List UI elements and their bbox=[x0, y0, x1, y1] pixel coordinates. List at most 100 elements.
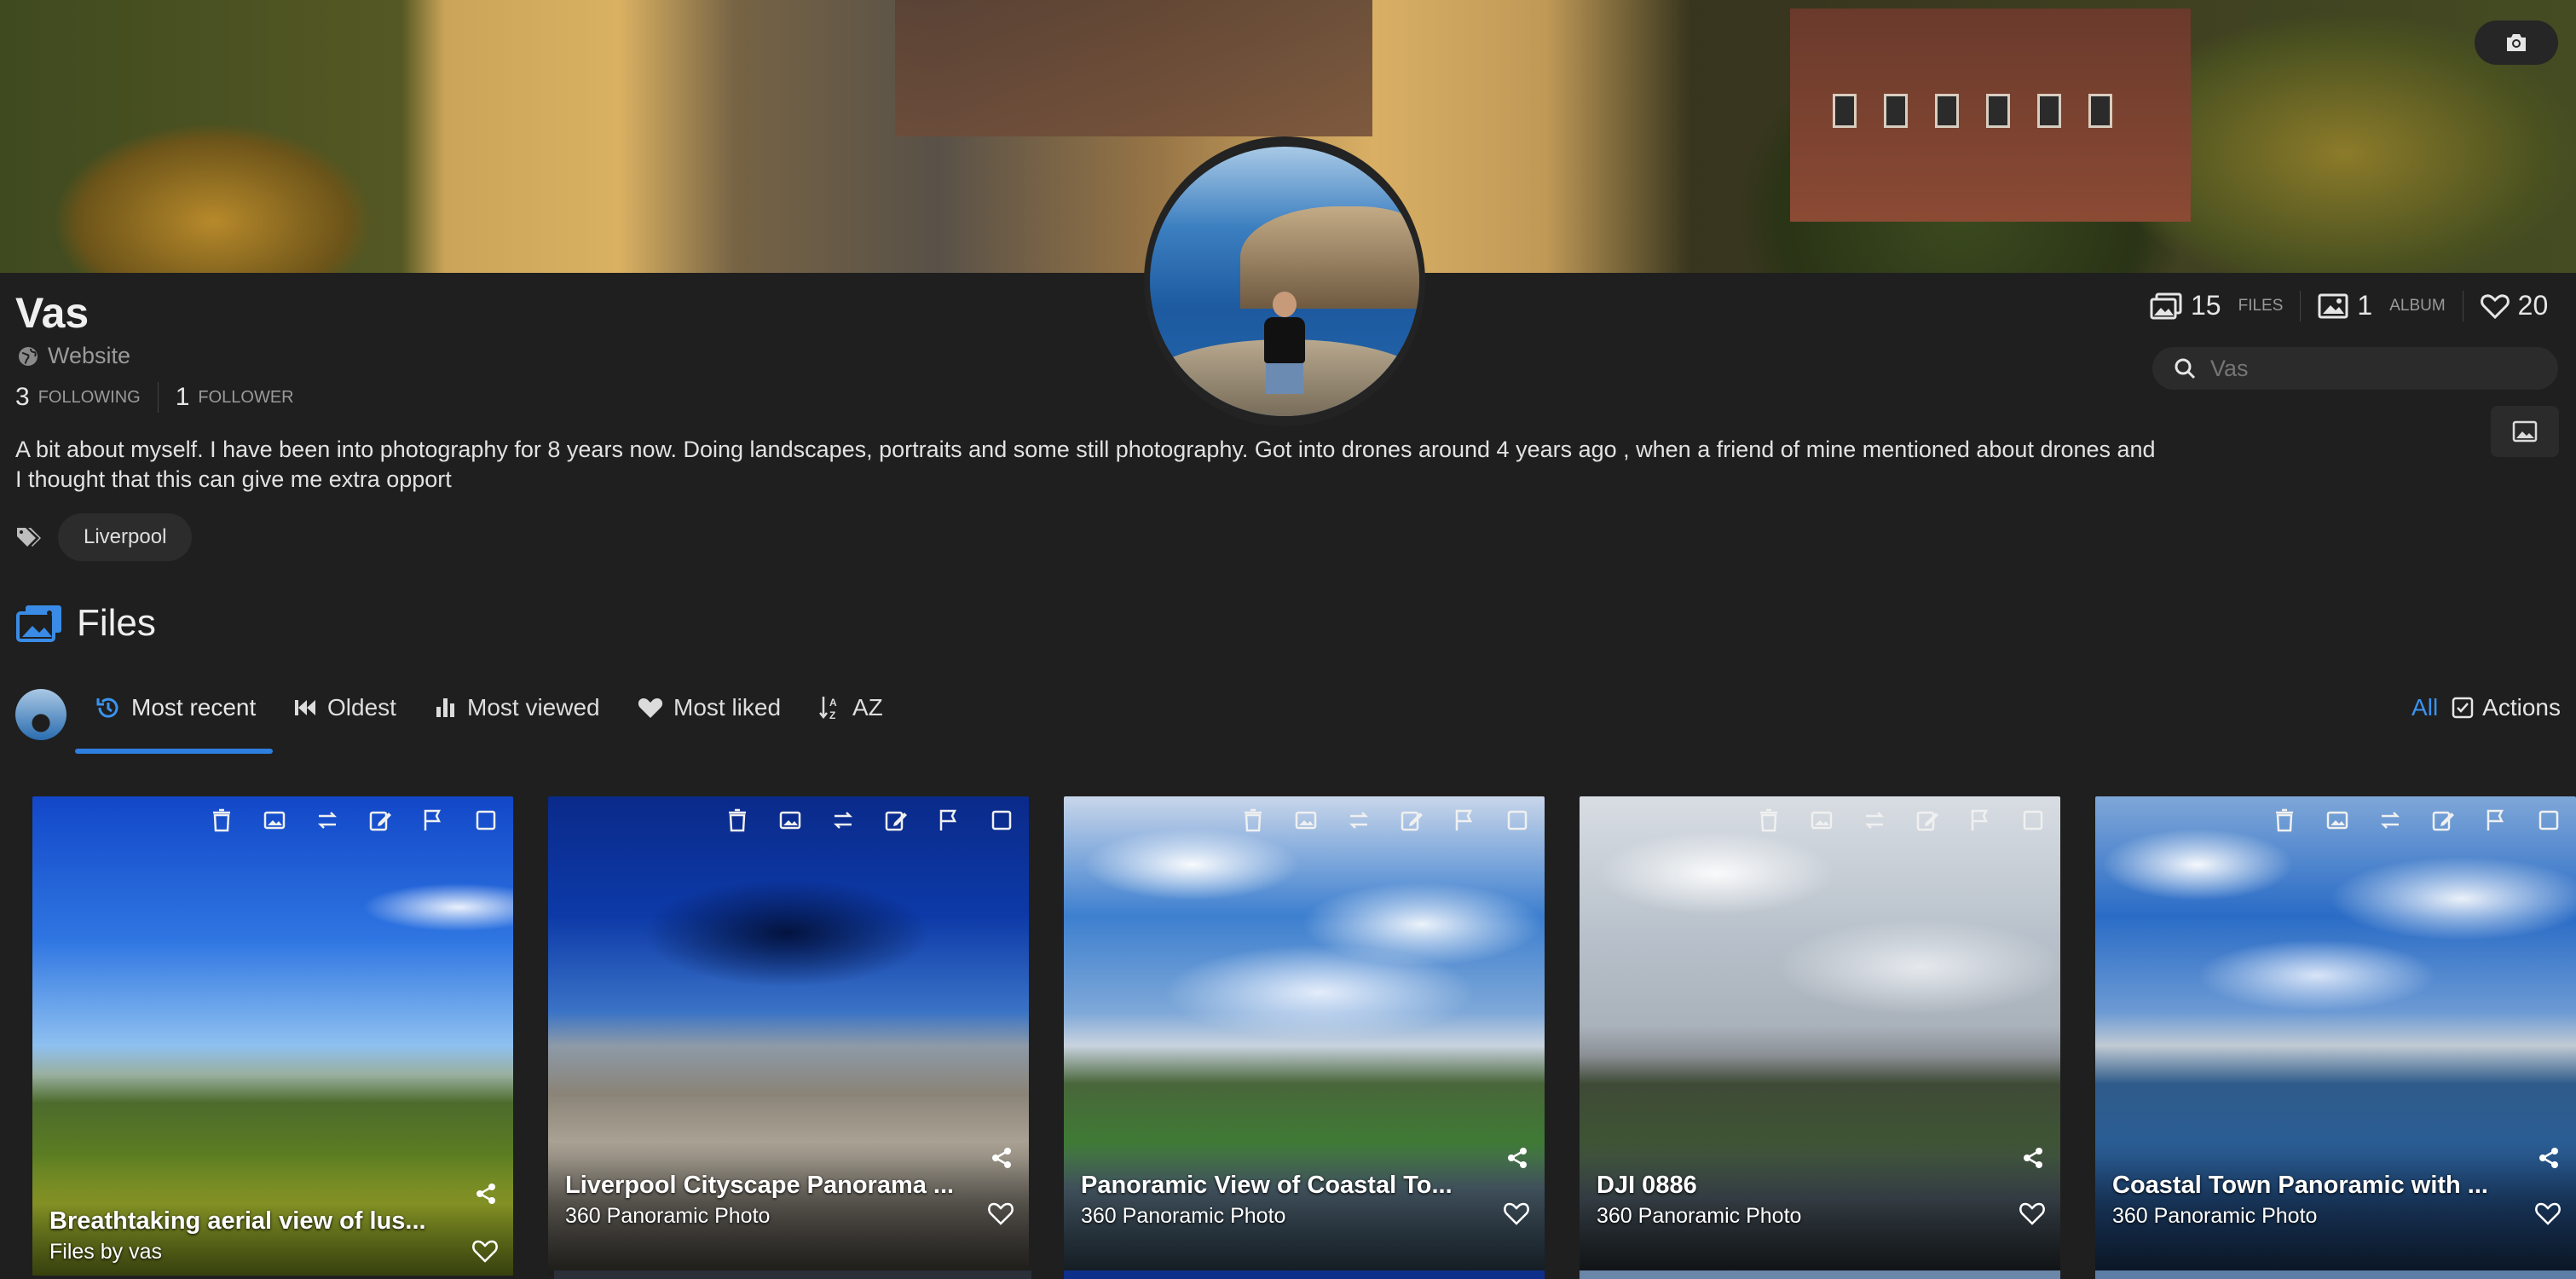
file-subtitle[interactable]: Files by vas bbox=[49, 1240, 162, 1265]
divider bbox=[2300, 290, 2302, 321]
select-checkbox-icon[interactable] bbox=[2021, 808, 2045, 832]
share-icon[interactable] bbox=[474, 1182, 498, 1206]
trash-icon[interactable] bbox=[2273, 808, 2296, 832]
edit-icon[interactable] bbox=[1915, 808, 1939, 832]
edit-icon[interactable] bbox=[368, 808, 392, 832]
image-icon[interactable] bbox=[1294, 808, 1318, 832]
share-icon[interactable] bbox=[1505, 1146, 1529, 1170]
svg-text:Z: Z bbox=[829, 709, 835, 721]
select-checkbox-icon[interactable] bbox=[1505, 808, 1529, 832]
album-label: ALBUM bbox=[2389, 296, 2446, 315]
website-label: Website bbox=[48, 343, 131, 368]
likes-count: 20 bbox=[2517, 290, 2549, 321]
file-subtitle[interactable]: 360 Panoramic Photo bbox=[565, 1204, 770, 1229]
tag-chip[interactable]: Liverpool bbox=[58, 513, 193, 561]
file-card[interactable] bbox=[1064, 1270, 1545, 1279]
like-icon[interactable] bbox=[2535, 1201, 2561, 1226]
albums-button[interactable] bbox=[2491, 406, 2559, 457]
profile-avatar[interactable] bbox=[1144, 136, 1425, 426]
globe-icon bbox=[19, 346, 38, 366]
edit-icon[interactable] bbox=[1400, 808, 1424, 832]
swap-icon[interactable] bbox=[2378, 808, 2402, 832]
flag-icon[interactable] bbox=[937, 808, 961, 832]
tab-most-viewed[interactable]: Most viewed bbox=[435, 694, 600, 721]
flag-icon[interactable] bbox=[1968, 808, 1992, 832]
share-icon[interactable] bbox=[2537, 1146, 2561, 1170]
like-icon[interactable] bbox=[2019, 1201, 2045, 1226]
trash-icon[interactable] bbox=[1241, 808, 1265, 832]
heart-icon bbox=[638, 698, 663, 718]
image-icon[interactable] bbox=[1810, 808, 1834, 832]
flag-icon[interactable] bbox=[1453, 808, 1476, 832]
select-checkbox-icon[interactable] bbox=[2537, 808, 2561, 832]
files-stat[interactable]: 15 FILES bbox=[2150, 290, 2283, 321]
select-checkbox-icon[interactable] bbox=[990, 808, 1014, 832]
file-card[interactable] bbox=[554, 1270, 1031, 1279]
sort-az-icon: AZ bbox=[819, 697, 837, 721]
album-stat[interactable]: 1 ALBUM bbox=[2318, 290, 2446, 321]
like-icon[interactable] bbox=[988, 1201, 1014, 1226]
file-grid: Breathtaking aerial view of lus... Files… bbox=[32, 796, 2576, 1279]
swap-icon[interactable] bbox=[315, 808, 339, 832]
image-icon[interactable] bbox=[263, 808, 286, 832]
website-link[interactable]: Website bbox=[17, 343, 130, 369]
card-toolbar bbox=[2273, 808, 2576, 832]
images-icon bbox=[2150, 292, 2182, 319]
file-card[interactable]: DJI 0886 360 Panoramic Photo bbox=[1580, 796, 2060, 1276]
backward-icon bbox=[295, 700, 315, 715]
avatar[interactable] bbox=[15, 689, 66, 740]
tab-label: Most recent bbox=[131, 694, 257, 721]
card-toolbar bbox=[725, 808, 1029, 832]
edit-icon[interactable] bbox=[2431, 808, 2455, 832]
actions-label: Actions bbox=[2482, 694, 2561, 721]
likes-stat[interactable]: 20 bbox=[2480, 290, 2549, 321]
file-card[interactable]: Breathtaking aerial view of lus... Files… bbox=[32, 796, 513, 1276]
file-subtitle[interactable]: 360 Panoramic Photo bbox=[2112, 1204, 2317, 1229]
file-subtitle[interactable]: 360 Panoramic Photo bbox=[1597, 1204, 1801, 1229]
history-icon bbox=[96, 697, 118, 718]
flag-icon[interactable] bbox=[421, 808, 445, 832]
follower-label[interactable]: FOLLOWER bbox=[198, 388, 293, 408]
trash-icon[interactable] bbox=[725, 808, 749, 832]
tab-oldest[interactable]: Oldest bbox=[293, 694, 396, 721]
album-icon bbox=[2512, 420, 2538, 443]
image-icon[interactable] bbox=[2325, 808, 2349, 832]
trash-icon[interactable] bbox=[1757, 808, 1781, 832]
tab-most-liked[interactable]: Most liked bbox=[638, 694, 781, 721]
image-icon[interactable] bbox=[778, 808, 802, 832]
file-title[interactable]: Liverpool Cityscape Panorama ... bbox=[565, 1172, 954, 1200]
trash-icon[interactable] bbox=[210, 808, 234, 832]
file-title[interactable]: Breathtaking aerial view of lus... bbox=[49, 1207, 426, 1236]
swap-icon[interactable] bbox=[1863, 808, 1886, 832]
select-all-link[interactable]: All bbox=[2411, 694, 2438, 721]
swap-icon[interactable] bbox=[1347, 808, 1371, 832]
album-count: 1 bbox=[2357, 290, 2373, 321]
file-title[interactable]: DJI 0886 bbox=[1597, 1172, 1697, 1200]
file-title[interactable]: Coastal Town Panoramic with ... bbox=[2112, 1172, 2488, 1200]
like-icon[interactable] bbox=[472, 1238, 498, 1264]
tab-most-recent[interactable]: Most recent bbox=[95, 694, 256, 721]
swap-icon[interactable] bbox=[831, 808, 855, 832]
album-icon bbox=[2318, 293, 2348, 318]
share-icon[interactable] bbox=[990, 1146, 1014, 1170]
actions-button[interactable]: Actions bbox=[2452, 694, 2561, 721]
search-input[interactable] bbox=[2209, 354, 2536, 383]
file-card[interactable]: Coastal Town Panoramic with ... 360 Pano… bbox=[2095, 796, 2576, 1276]
file-card[interactable]: Liverpool Cityscape Panorama ... 360 Pan… bbox=[548, 796, 1029, 1276]
file-subtitle[interactable]: 360 Panoramic Photo bbox=[1081, 1204, 1285, 1229]
file-card[interactable] bbox=[1580, 1270, 2060, 1279]
tab-az[interactable]: AZ AZ bbox=[818, 694, 883, 721]
profile-search[interactable] bbox=[2152, 347, 2558, 390]
following-label[interactable]: FOLLOWING bbox=[38, 388, 141, 408]
file-card[interactable] bbox=[2095, 1270, 2576, 1279]
file-title[interactable]: Panoramic View of Coastal To... bbox=[1081, 1172, 1453, 1200]
like-icon[interactable] bbox=[1504, 1201, 1529, 1226]
flag-icon[interactable] bbox=[2484, 808, 2508, 832]
file-card[interactable]: Panoramic View of Coastal To... 360 Pano… bbox=[1064, 796, 1545, 1276]
change-cover-button[interactable] bbox=[2475, 20, 2558, 65]
follower-count[interactable]: 1 bbox=[176, 383, 190, 412]
edit-icon[interactable] bbox=[884, 808, 908, 832]
following-count[interactable]: 3 bbox=[15, 383, 30, 412]
select-checkbox-icon[interactable] bbox=[474, 808, 498, 832]
share-icon[interactable] bbox=[2021, 1146, 2045, 1170]
